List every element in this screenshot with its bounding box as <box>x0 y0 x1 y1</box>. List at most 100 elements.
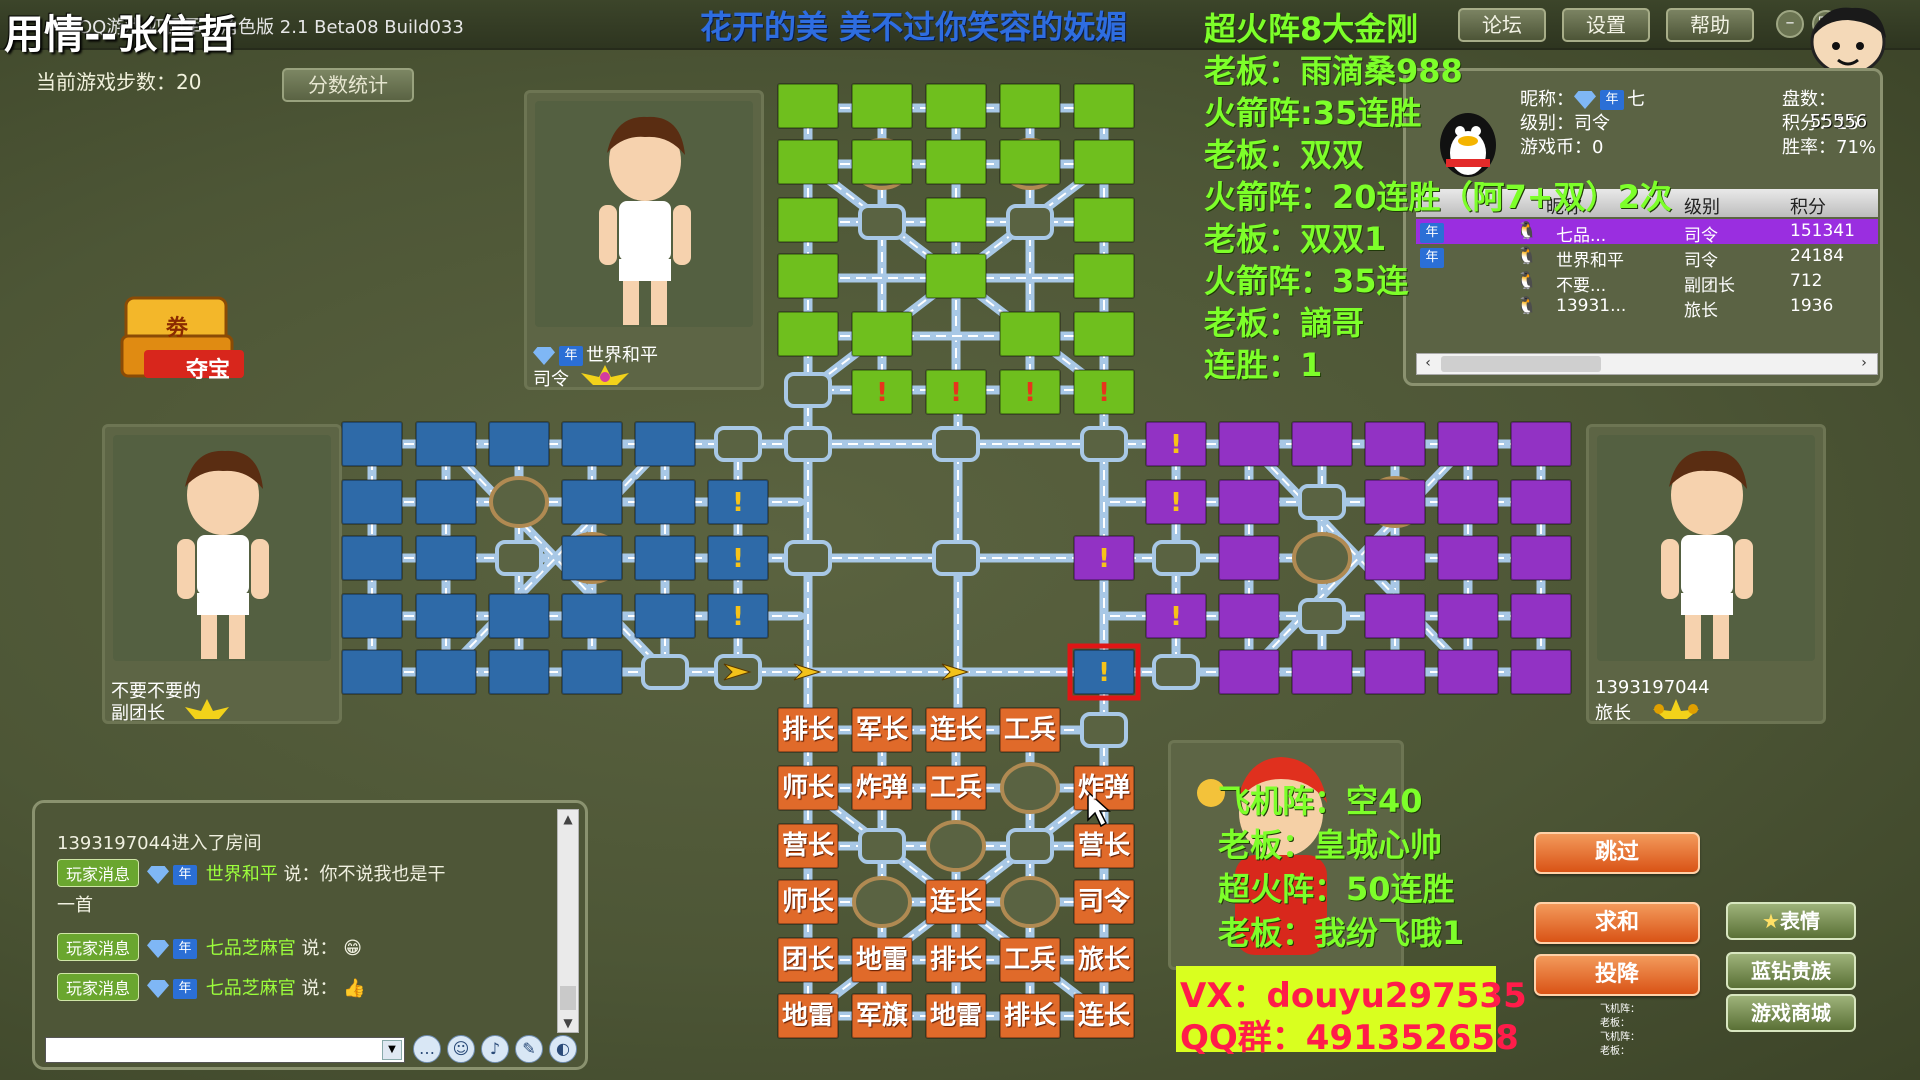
my-piece[interactable] <box>1073 879 1135 925</box>
opponent-piece-blue <box>561 649 623 695</box>
opponent-piece-blue <box>561 479 623 525</box>
opponent-piece-blue <box>415 421 477 467</box>
vip-year-icon: 年 <box>1420 223 1444 243</box>
coins-label: 游戏币：0 <box>1520 137 1604 158</box>
opponent-piece-purple <box>1364 421 1426 467</box>
my-piece[interactable] <box>1073 765 1135 811</box>
opponent-piece-green <box>851 311 913 357</box>
board-station <box>1298 598 1346 634</box>
help-button[interactable]: 帮助 <box>1666 8 1754 42</box>
table-horizontal-scrollbar[interactable]: ‹ › <box>1416 353 1878 375</box>
exclamation-icon: ! <box>1170 602 1182 632</box>
row-name: 世界和平 <box>1556 251 1624 271</box>
scroll-left-icon[interactable]: ‹ <box>1419 355 1437 373</box>
level-label: 级别：司令 <box>1520 113 1610 134</box>
opponent-piece-green <box>925 197 987 243</box>
player-left-rank: 副团长 <box>111 703 165 724</box>
opponent-piece-blue <box>341 593 403 639</box>
chat-bubble-icon[interactable]: … <box>413 1035 441 1063</box>
scroll-thumb[interactable] <box>560 986 576 1010</box>
forum-button[interactable]: 论坛 <box>1458 8 1546 42</box>
table-row[interactable]: 🐧 13931... 旅长 1936 <box>1416 294 1878 321</box>
my-piece[interactable] <box>777 993 839 1039</box>
skip-button[interactable]: 跳过 <box>1534 832 1700 874</box>
opponent-piece-blue <box>634 479 696 525</box>
surrender-button[interactable]: 投降 <box>1534 954 1700 996</box>
opponent-piece-blue <box>415 649 477 695</box>
my-piece[interactable] <box>925 707 987 753</box>
table-row[interactable]: 年 🐧 七品... 司令 151341 <box>1416 219 1878 246</box>
chevron-down-icon[interactable]: ▼ <box>382 1040 402 1060</box>
opponent-piece-green <box>925 83 987 129</box>
opponent-piece-blue <box>341 649 403 695</box>
my-piece[interactable] <box>851 937 913 983</box>
my-piece[interactable] <box>1073 993 1135 1039</box>
my-piece[interactable] <box>851 707 913 753</box>
my-piece[interactable] <box>925 879 987 925</box>
speaker-icon[interactable]: ♪ <box>481 1035 509 1063</box>
opponent-piece-blue <box>488 649 550 695</box>
marquee-text: 花开的美 美不过你笑容的妩媚 <box>700 8 1128 46</box>
draw-button[interactable]: 求和 <box>1534 902 1700 944</box>
chat-input[interactable]: ▼ <box>45 1037 405 1063</box>
star-icon: ★ <box>1762 909 1780 933</box>
my-piece[interactable] <box>999 993 1061 1039</box>
my-piece[interactable] <box>777 937 839 983</box>
player-right-avatar <box>1597 435 1815 661</box>
chat-message: 一首 <box>57 895 93 916</box>
board-camp <box>852 876 912 928</box>
chat-sender[interactable]: 七品芝麻官 <box>206 938 296 959</box>
table-row[interactable]: 年 🐧 世界和平 司令 24184 <box>1416 244 1878 271</box>
opponent-piece-green <box>1073 139 1135 185</box>
my-piece[interactable] <box>999 937 1061 983</box>
opponent-piece-blue <box>341 535 403 581</box>
board-station <box>1080 426 1128 462</box>
treasure-chest-icon[interactable]: 劵 夺宝 <box>114 290 254 390</box>
streamer-name: 用情--张信哲 <box>4 12 238 58</box>
opponent-piece-blue <box>634 421 696 467</box>
emoji-button[interactable]: ★表情 <box>1726 902 1856 940</box>
my-piece[interactable] <box>777 823 839 869</box>
chat-scrollbar[interactable]: ▲ ▼ <box>557 809 579 1033</box>
my-piece[interactable] <box>777 707 839 753</box>
opponent-piece-blue <box>634 535 696 581</box>
board-station <box>1080 712 1128 748</box>
my-piece[interactable] <box>777 879 839 925</box>
board-station <box>784 426 832 462</box>
chat-message: 玩家消息 年 七品芝麻官 说： 👍 <box>57 973 366 1001</box>
chat-sender[interactable]: 七品芝麻官 <box>206 978 296 999</box>
smiley-icon[interactable]: ☺ <box>447 1035 475 1063</box>
game-shop-button[interactable]: 游戏商城 <box>1726 994 1856 1032</box>
wrench-icon[interactable]: ✎ <box>515 1035 543 1063</box>
qq-penguin-icon: 🐧 <box>1516 221 1538 241</box>
settings-button[interactable]: 设置 <box>1562 8 1650 42</box>
scroll-up-icon[interactable]: ▲ <box>560 812 576 826</box>
my-piece[interactable] <box>1073 823 1135 869</box>
qq-penguin-icon: 🐧 <box>1516 271 1538 291</box>
my-piece[interactable] <box>851 993 913 1039</box>
overlay-bottom-line: 老板：我纷飞哦1 <box>1218 914 1465 952</box>
vip-year-icon: 年 <box>173 939 198 959</box>
my-piece[interactable] <box>999 707 1061 753</box>
table-row[interactable]: 🐧 不要... 副团长 712 <box>1416 269 1878 296</box>
player-message-badge: 玩家消息 <box>57 973 140 1001</box>
exclamation-icon: ! <box>732 602 744 632</box>
row-score: 24184 <box>1790 246 1845 266</box>
my-piece[interactable] <box>925 765 987 811</box>
my-piece[interactable] <box>851 765 913 811</box>
blue-diamond-button[interactable]: 蓝钻贵族 <box>1726 952 1856 990</box>
opponent-piece-purple <box>1510 649 1572 695</box>
globe-icon[interactable]: ◐ <box>549 1035 577 1063</box>
scroll-right-icon[interactable]: › <box>1855 355 1873 373</box>
scroll-down-icon[interactable]: ▼ <box>560 1016 576 1030</box>
opponent-piece-purple <box>1364 479 1426 525</box>
my-piece[interactable] <box>925 993 987 1039</box>
my-piece[interactable] <box>1073 937 1135 983</box>
scroll-thumb[interactable] <box>1441 356 1601 372</box>
opponent-piece-blue <box>561 535 623 581</box>
overlay-bottom-line: 超火阵：50连胜 <box>1218 870 1455 908</box>
overlay-bottom-line: 飞机阵：空40 <box>1218 782 1423 820</box>
chat-sender[interactable]: 世界和平 <box>206 864 278 885</box>
my-piece[interactable] <box>925 937 987 983</box>
my-piece[interactable] <box>777 765 839 811</box>
